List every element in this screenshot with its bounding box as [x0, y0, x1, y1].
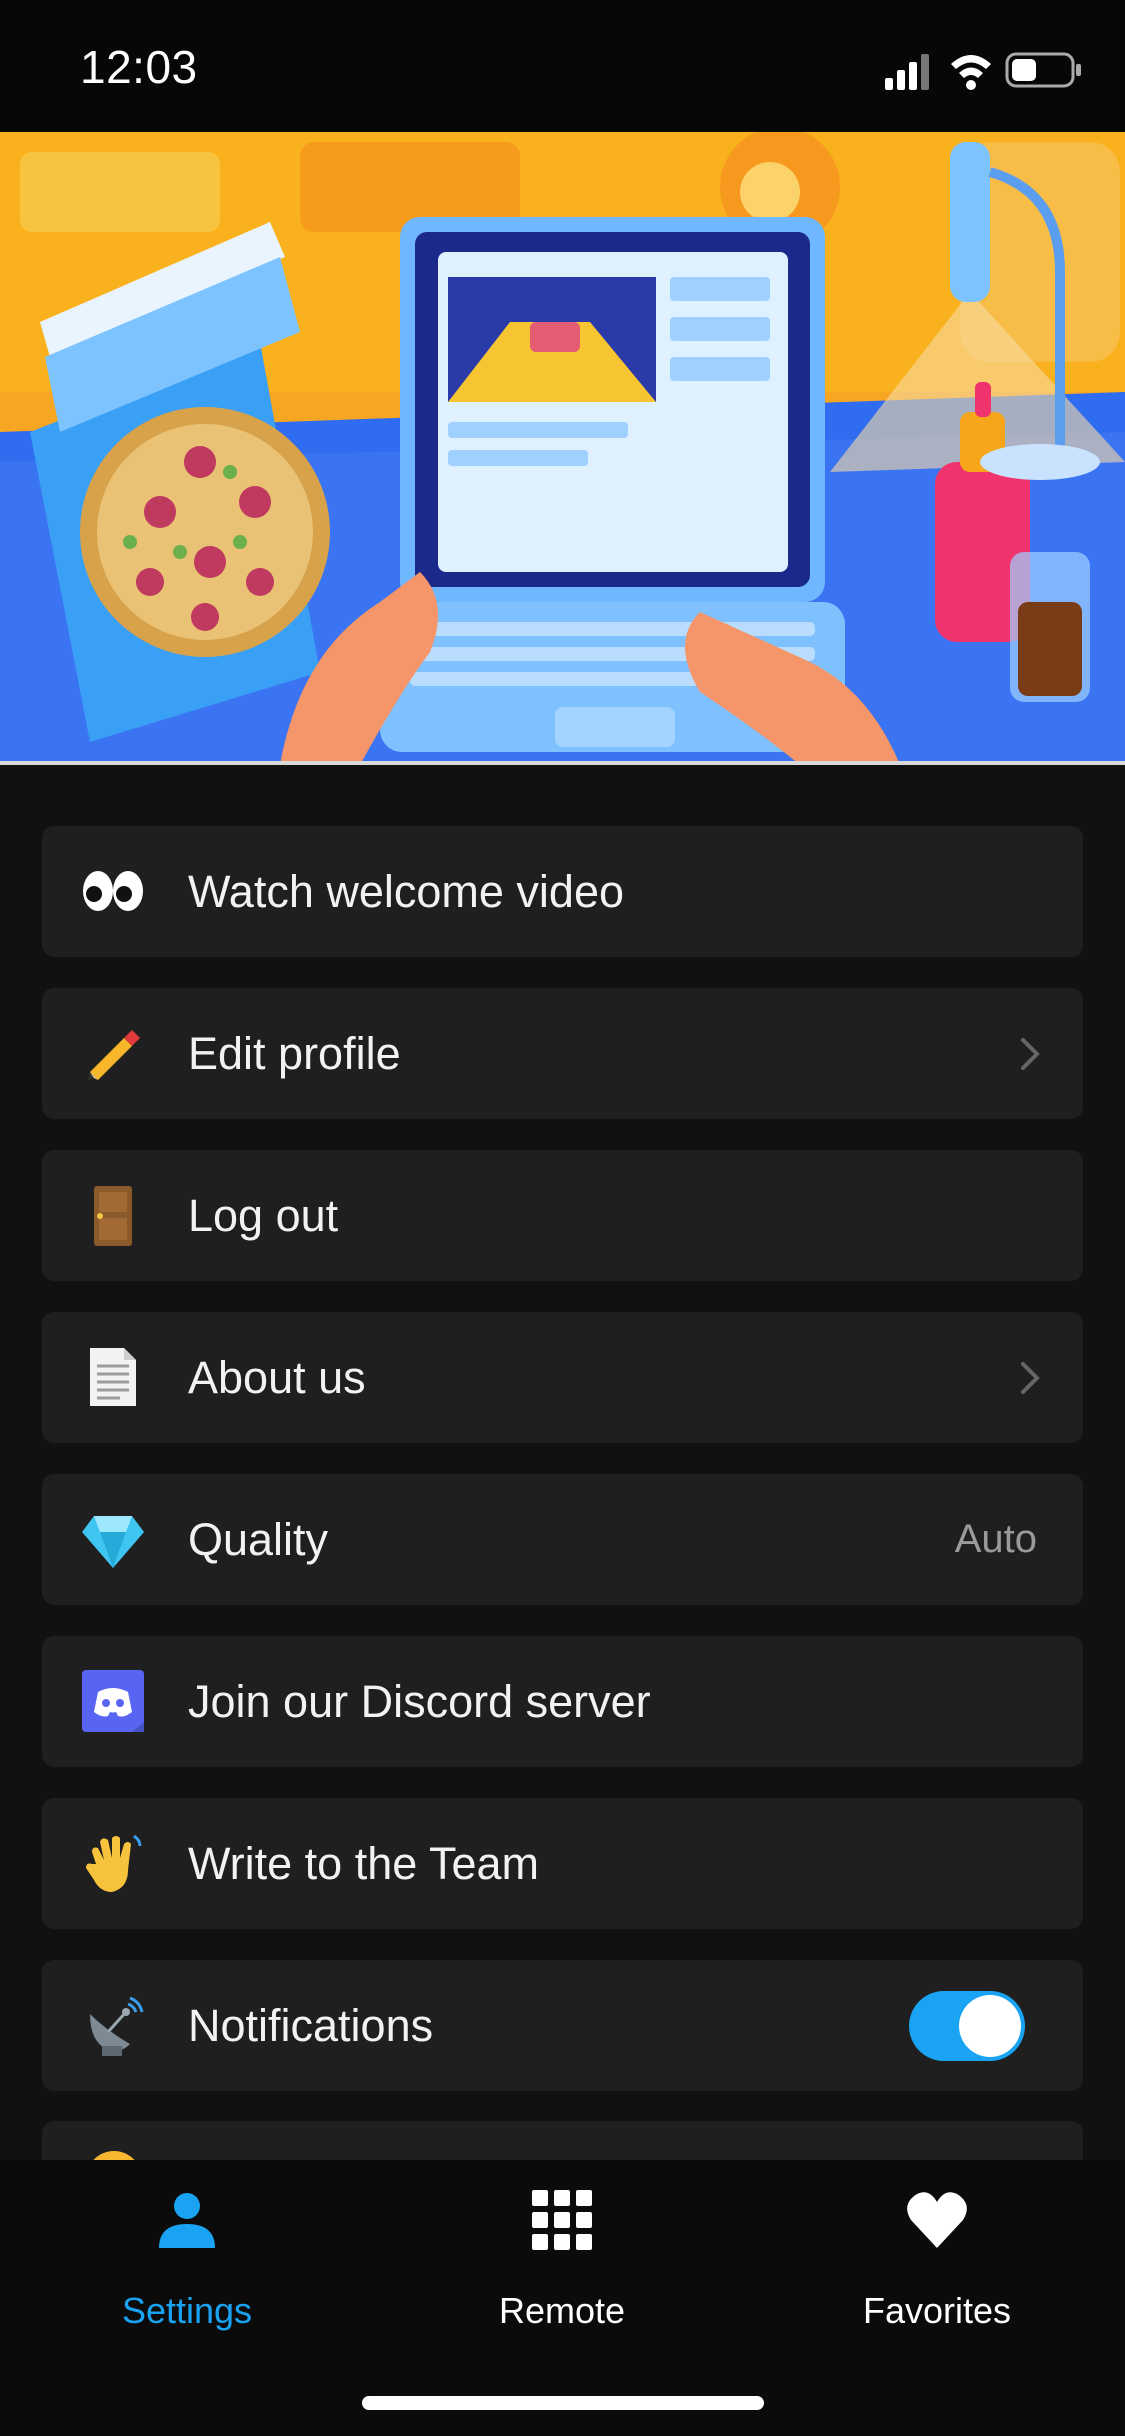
join-discord-label: Join our Discord server [188, 1676, 651, 1727]
gem-icon [82, 1516, 144, 1568]
person-icon [159, 2193, 215, 2248]
watch-welcome-video-label: Watch welcome video [188, 866, 625, 917]
chevron-right-icon [1021, 1038, 1040, 1070]
home-indicator [362, 2396, 764, 2410]
document-icon [90, 1348, 136, 1406]
hero-divider [0, 761, 1125, 765]
write-to-team-label: Write to the Team [188, 1838, 539, 1889]
tab-settings[interactable]: Settings [47, 2188, 327, 2348]
log-out-row[interactable]: Log out [42, 1150, 1083, 1281]
quality-value: Auto [954, 1517, 1037, 1561]
join-discord-row[interactable]: Join our Discord server [42, 1636, 1083, 1767]
tab-remote[interactable]: Remote [422, 2188, 702, 2348]
tab-favorites[interactable]: Favorites [797, 2188, 1077, 2348]
settings-list: Watch welcome video Edit profile Log out [42, 826, 1083, 2122]
edit-profile-row[interactable]: Edit profile [42, 988, 1083, 1119]
pencil-icon [88, 1030, 140, 1080]
tab-remote-label: Remote [498, 2290, 626, 2331]
hero-illustration [0, 132, 1125, 765]
status-bar: 12:03 [0, 0, 1125, 132]
toggle-knob [959, 1995, 1021, 2057]
satellite-antenna-icon [90, 1996, 144, 2056]
chevron-right-icon [1021, 1362, 1040, 1394]
discord-icon [82, 1670, 144, 1732]
write-to-team-row[interactable]: Write to the Team [42, 1798, 1083, 1929]
about-us-label: About us [188, 1352, 366, 1403]
waving-hand-icon [86, 1834, 142, 1892]
wifi-icon [951, 55, 991, 90]
tab-bar: Settings Remote Favorites [0, 2160, 1125, 2436]
log-out-label: Log out [188, 1190, 339, 1241]
notifications-row: Notifications [42, 1960, 1083, 2091]
quality-row[interactable]: Quality Auto [42, 1474, 1083, 1605]
notifications-toggle[interactable] [909, 1991, 1025, 2061]
battery-icon [1005, 52, 1081, 88]
eyes-icon [83, 871, 143, 911]
edit-profile-label: Edit profile [188, 1028, 401, 1079]
status-icons [885, 52, 1081, 90]
tab-settings-label: Settings [121, 2290, 253, 2331]
signal-icon [885, 54, 929, 90]
grid-icon [532, 2190, 592, 2250]
partial-list-item[interactable] [42, 2121, 1083, 2161]
door-icon [94, 1186, 132, 1246]
heart-icon [907, 2192, 967, 2248]
tab-favorites-label: Favorites [862, 2290, 1012, 2331]
watch-welcome-video-row[interactable]: Watch welcome video [42, 826, 1083, 957]
notifications-label: Notifications [188, 2000, 434, 2051]
status-time: 12:03 [80, 41, 198, 93]
quality-label: Quality [188, 1514, 329, 1565]
about-us-row[interactable]: About us [42, 1312, 1083, 1443]
